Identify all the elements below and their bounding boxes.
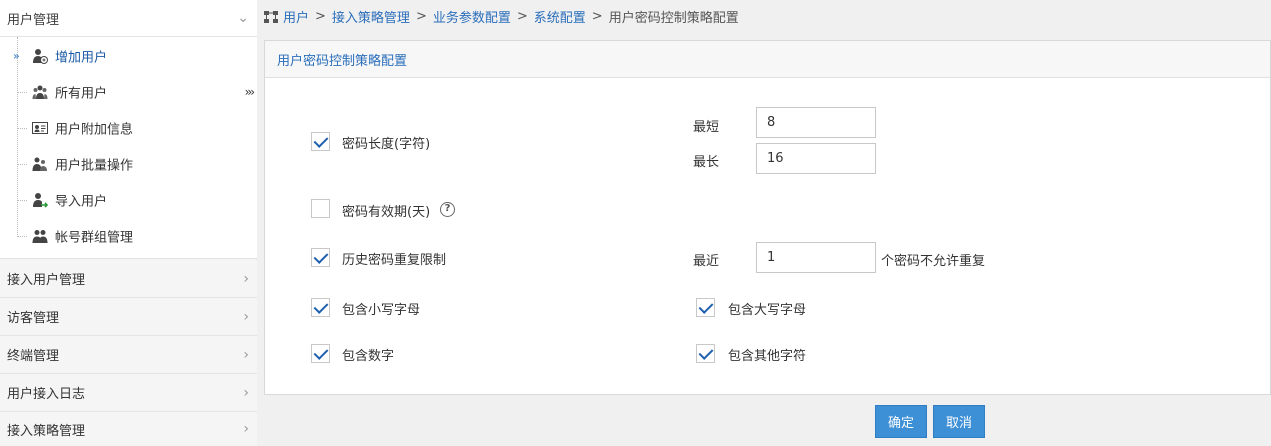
sidebar-submenu: » 增加用户 所有用户 ››› 用户附加信息 用户批量操作 导入用户 帐号群组管… [0, 37, 257, 259]
min-length-input[interactable]: 8 [756, 107, 876, 138]
password-length-checkbox[interactable] [311, 132, 330, 151]
network-config-icon [264, 10, 278, 23]
password-length-label: 密码长度(字符) [342, 137, 431, 152]
sidebar-section-access-log[interactable]: 用户接入日志 › [0, 374, 257, 412]
collapse-sidebar-button[interactable]: ››› [245, 85, 256, 99]
recent-count-input[interactable]: 1 [756, 242, 876, 273]
cancel-button[interactable]: 取消 [933, 405, 985, 438]
sidebar-item-label: 用户附加信息 [55, 122, 134, 138]
chevron-down-icon: ⌄ [237, 10, 249, 26]
sidebar-section-label: 接入用户管理 [7, 273, 86, 288]
chevron-right-icon: › [243, 308, 249, 325]
breadcrumb-separator: > [415, 9, 427, 24]
account-group-icon [32, 230, 48, 243]
sidebar-item-all-users[interactable]: 所有用户 ››› [0, 74, 257, 110]
lowercase-label: 包含小写字母 [342, 303, 421, 318]
tree-tick [18, 200, 27, 201]
min-length-label: 最短 [693, 120, 720, 135]
panel-title: 用户密码控制策略配置 [265, 41, 1270, 78]
tree-tick [18, 92, 27, 93]
sidebar-item-label: 用户批量操作 [55, 158, 134, 174]
sidebar-section-label: 接入策略管理 [7, 423, 86, 439]
sidebar-item-label: 增加用户 [55, 50, 108, 66]
add-user-icon [33, 49, 48, 64]
sidebar-item-add-user[interactable]: » 增加用户 [0, 38, 257, 74]
max-length-input[interactable]: 16 [756, 143, 876, 174]
password-expiry-label: 密码有效期(天) [342, 205, 431, 220]
password-expiry-checkbox[interactable] [311, 199, 330, 218]
breadcrumb-separator: > [315, 9, 326, 24]
uppercase-checkbox[interactable] [696, 298, 715, 317]
users-group-icon [32, 85, 48, 99]
tree-tick [18, 128, 27, 129]
sidebar-section-user-management[interactable]: 用户管理 ⌄ [0, 0, 257, 37]
breadcrumb-current: 用户密码控制策略配置 [608, 11, 739, 26]
breadcrumb-link-system-config[interactable]: 系统配置 [534, 7, 586, 26]
chevron-right-icon: › [243, 384, 249, 401]
active-arrow-icon: » [13, 49, 20, 63]
sidebar-item-label: 所有用户 [55, 86, 108, 102]
max-length-label: 最长 [693, 155, 720, 170]
chevron-right-icon: › [243, 421, 249, 437]
history-suffix-label: 个密码不允许重复 [881, 254, 986, 269]
sidebar-item-account-groups[interactable]: 帐号群组管理 [0, 218, 257, 254]
sidebar-item-label: 导入用户 [55, 194, 108, 210]
digits-checkbox[interactable] [311, 344, 330, 363]
other-chars-checkbox[interactable] [696, 344, 715, 363]
sidebar-item-import-users[interactable]: 导入用户 [0, 182, 257, 218]
users-batch-icon [32, 157, 47, 171]
uppercase-label: 包含大写字母 [728, 303, 807, 318]
panel-title-text: 用户密码控制策略配置 [277, 53, 408, 69]
breadcrumb-separator: > [591, 9, 603, 24]
confirm-button[interactable]: 确定 [875, 405, 927, 438]
sidebar-section-visitor-management[interactable]: 访客管理 › [0, 298, 257, 336]
breadcrumb: 用户 > 接入策略管理 > 业务参数配置 > 系统配置 > 用户密码控制策略配置 [263, 0, 739, 33]
sidebar-item-user-batch-ops[interactable]: 用户批量操作 [0, 146, 257, 182]
chevron-right-icon: › [243, 346, 249, 363]
sidebar-section-label: 终端管理 [7, 349, 60, 364]
password-history-label: 历史密码重复限制 [342, 253, 447, 268]
sidebar-item-user-extra-info[interactable]: 用户附加信息 [0, 110, 257, 146]
digits-label: 包含数字 [342, 349, 395, 364]
import-user-icon [33, 193, 48, 208]
sidebar-section-terminal-management[interactable]: 终端管理 › [0, 336, 257, 374]
recent-label: 最近 [693, 254, 720, 269]
tree-tick [18, 164, 27, 165]
breadcrumb-link-access-policy[interactable]: 接入策略管理 [332, 7, 410, 26]
sidebar-section-access-policy[interactable]: 接入策略管理 › [0, 412, 257, 446]
tree-tick [18, 236, 27, 237]
lowercase-checkbox[interactable] [311, 298, 330, 317]
chevron-right-icon: › [243, 270, 249, 287]
breadcrumb-separator: > [516, 9, 528, 24]
other-chars-label: 包含其他字符 [728, 349, 807, 364]
password-policy-panel: 用户密码控制策略配置 密码长度(字符) 最短 8 最长 16 密码有效期(天) … [264, 40, 1271, 395]
sidebar-section-label: 用户接入日志 [7, 387, 86, 402]
help-icon[interactable]: ? [440, 202, 455, 217]
sidebar-section-access-user-management[interactable]: 接入用户管理 › [0, 260, 257, 298]
id-card-icon [32, 122, 48, 134]
sidebar-section-title: 用户管理 [7, 12, 60, 28]
breadcrumb-link-user[interactable]: 用户 [283, 7, 309, 26]
sidebar-section-label: 访客管理 [7, 311, 60, 326]
password-history-checkbox[interactable] [311, 248, 330, 267]
sidebar-item-label: 帐号群组管理 [55, 230, 134, 246]
sidebar: 用户管理 ⌄ » 增加用户 所有用户 ››› 用户附加信息 用户批量操作 导入用… [0, 0, 257, 446]
breadcrumb-link-business-params[interactable]: 业务参数配置 [433, 7, 511, 26]
